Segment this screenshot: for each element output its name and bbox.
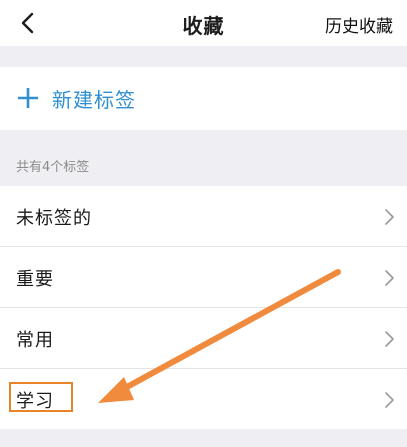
chevron-right-icon xyxy=(385,331,394,347)
tag-label: 重要 xyxy=(16,269,54,290)
tag-list: 未标签的 重要 常用 学习 xyxy=(0,186,407,429)
tag-row-important[interactable]: 重要 xyxy=(0,247,407,308)
history-favorites-button[interactable]: 历史收藏 xyxy=(325,12,393,37)
tag-label: 常用 xyxy=(16,330,54,351)
chevron-right-icon xyxy=(385,209,394,225)
new-tag-label: 新建标签 xyxy=(52,88,136,112)
plus-icon xyxy=(18,88,38,108)
tag-label: 学习 xyxy=(16,391,54,412)
navigation-bar: 收藏 历史收藏 xyxy=(0,0,407,46)
chevron-right-icon xyxy=(385,392,394,408)
tag-label: 未标签的 xyxy=(16,208,92,229)
chevron-left-icon xyxy=(21,12,34,34)
tag-row-study[interactable]: 学习 xyxy=(0,369,407,429)
bottom-spacer xyxy=(0,430,407,447)
tag-count-header: 共有4个标签 xyxy=(16,160,90,175)
chevron-right-icon xyxy=(385,270,394,286)
back-button[interactable] xyxy=(14,8,44,38)
new-tag-button[interactable]: 新建标签 xyxy=(0,67,407,130)
tag-row-untagged[interactable]: 未标签的 xyxy=(0,186,407,247)
tag-row-common[interactable]: 常用 xyxy=(0,308,407,369)
